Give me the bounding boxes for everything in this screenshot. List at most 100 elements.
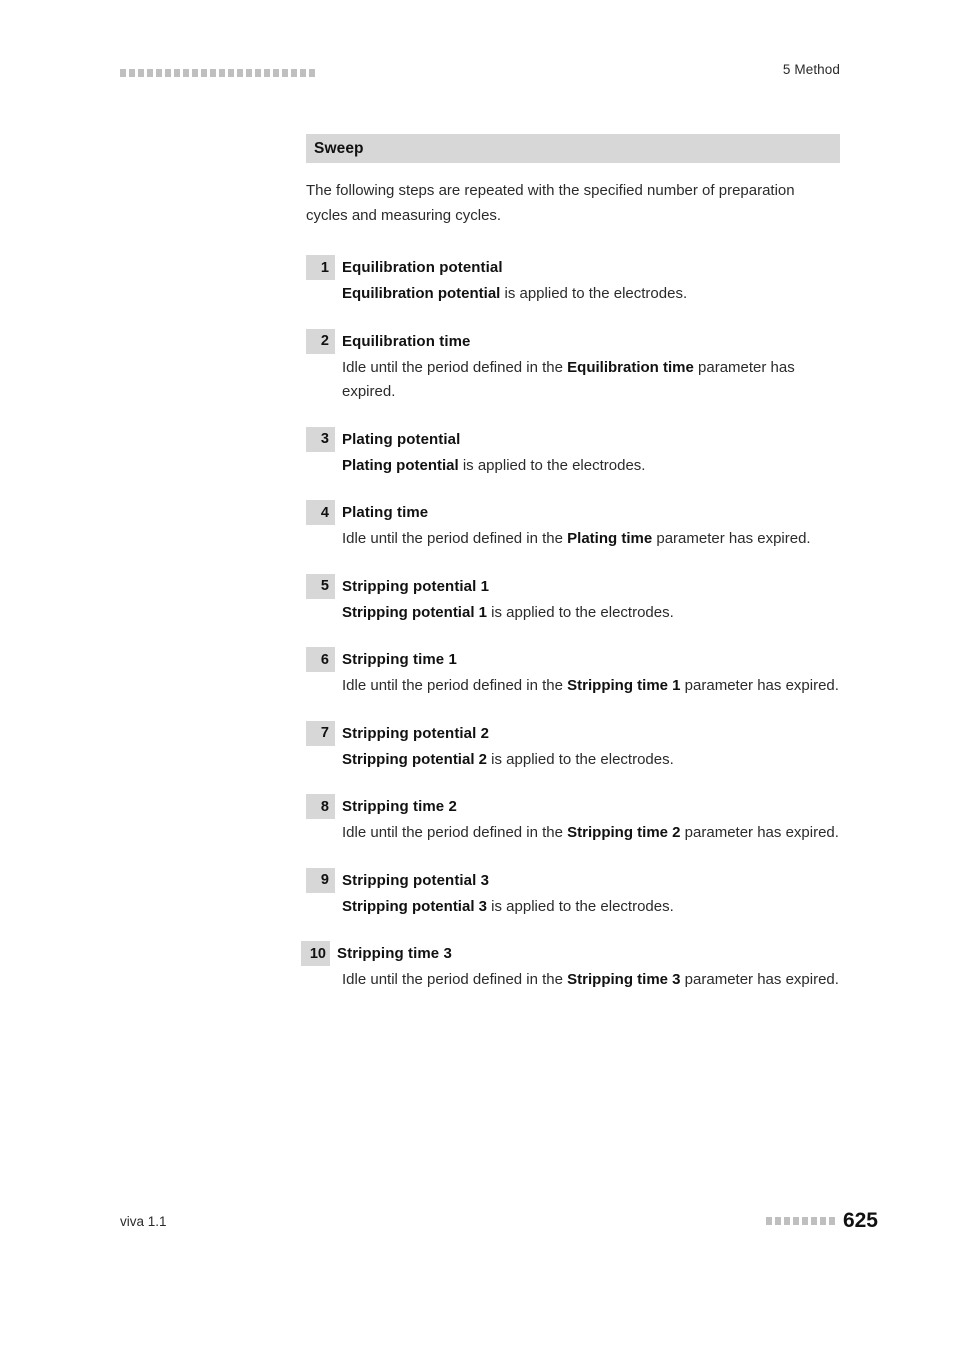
section-intro-paragraph: The following steps are repeated with th… [306,182,795,224]
page-number: 625 [842,1209,878,1232]
step-description-text: Idle until the period defined in the [342,824,568,841]
decoration-square [156,69,162,77]
decoration-square [801,1217,808,1225]
step-parameter-term: Stripping time 3 [567,971,681,988]
decoration-square [273,69,279,77]
running-footer: viva 1.1 625 [0,1208,954,1238]
document-page: 5 Method Sweep The following steps are r… [0,0,954,1350]
step-description: Idle until the period defined in the Str… [342,674,840,699]
step-title: Stripping time 1 [342,651,457,668]
step-description: Idle until the period defined in the Equ… [342,356,840,405]
step-description-text: Idle until the period defined in the [342,530,568,547]
decoration-square [174,69,180,77]
step-parameter-term: Stripping potential 1 [342,603,487,621]
step-heading-row: 8 Stripping time 2 [306,794,840,819]
step-description: Idle until the period defined in the Str… [342,821,840,846]
step-item: 7 Stripping potential 2 Stripping potentia… [306,720,840,773]
step-heading-row: 2 Equilibration time [306,328,840,354]
step-title: Plating potential [342,430,461,448]
decoration-square [165,69,171,77]
step-heading-row: 6 Stripping time 1 [306,647,840,672]
step-description-text: parameter has expired. [680,971,839,988]
step-description: Equilibration potential is applied to th… [342,282,840,307]
step-title: Equilibration time [342,332,471,350]
section-title: Sweep [314,139,364,157]
step-item: 10 Stripping time 3 Idle until the period … [301,941,840,993]
decoration-square [282,69,288,77]
decoration-square [138,69,144,77]
step-item: 5 Stripping potential 1 Stripping potentia… [306,573,840,626]
step-description: Stripping potential 1 is applied to the … [342,601,840,626]
step-number-badge: 4 [306,500,335,525]
step-description: Stripping potential 2 is applied to the … [342,748,840,773]
step-parameter-term: Stripping time 2 [567,824,681,841]
step-number-badge: 1 [306,255,335,280]
decoration-square [201,69,207,77]
step-parameter-term: Equilibration time [567,358,694,376]
step-item: 3 Plating potential Plating potential is a… [306,426,840,479]
step-description-text: is applied to the electrodes. [500,285,688,302]
step-title: Stripping potential 2 [342,724,490,742]
section-header-bar: Sweep [306,134,840,163]
decoration-square [246,69,252,77]
step-heading-row: 3 Plating potential [306,426,840,452]
decoration-square [828,1217,835,1225]
decoration-square [255,69,261,77]
step-description-text: parameter has expired. [680,677,839,694]
step-description-text: parameter has expired. [652,530,811,547]
step-description-text: Idle until the period defined in the [342,971,568,988]
step-item: 2 Equilibration time Idle until the period… [306,328,840,405]
step-heading-row: 1 Equilibration potential [306,255,840,280]
decoration-square [183,69,189,77]
step-parameter-term: Stripping potential 3 [342,897,487,915]
decoration-square [792,1217,799,1225]
step-item: 9 Stripping potential 3 Stripping potentia… [306,867,840,920]
decoration-square [264,69,270,77]
header-decoration-squares [120,69,315,77]
step-item: 1 Equilibration potential Equilibration po… [306,255,840,307]
step-heading-row: 9 Stripping potential 3 [306,867,840,893]
step-description-text: Idle until the period defined in the [342,358,568,376]
running-header: 5 Method [0,62,954,88]
decoration-square [291,69,297,77]
step-title: Plating time [342,504,429,521]
step-description: Plating potential is applied to the elec… [342,454,840,479]
step-parameter-term: Stripping time 1 [567,677,681,694]
step-description-text: is applied to the electrodes. [487,750,674,768]
numbered-step-list: 1 Equilibration potential Equilibration po… [301,255,840,993]
decoration-square [300,69,306,77]
step-number-badge: 7 [306,720,335,746]
step-parameter-term: Stripping potential 2 [342,750,487,768]
decoration-square [783,1217,790,1225]
step-description-text: is applied to the electrodes. [458,456,646,474]
step-title: Stripping time 2 [342,798,457,815]
decoration-square [765,1217,772,1225]
decoration-square [219,69,225,77]
decoration-square [819,1217,826,1225]
step-number-badge: 3 [306,426,335,452]
step-number-badge: 9 [306,867,335,893]
step-description-text: is applied to the electrodes. [487,897,674,915]
step-description-text: Idle until the period defined in the [342,677,568,694]
decoration-square [228,69,234,77]
decoration-square [192,69,198,77]
step-heading-row: 4 Plating time [306,500,840,525]
step-number-badge: 5 [306,573,335,599]
decoration-square [129,69,135,77]
decoration-square [147,69,153,77]
content-column: Sweep The following steps are repeated w… [301,134,840,993]
step-parameter-term: Equilibration potential [342,285,501,302]
step-parameter-term: Plating time [567,530,653,547]
step-title: Stripping potential 1 [342,577,490,595]
decoration-square [309,69,315,77]
step-item: 6 Stripping time 1 Idle until the period d… [306,647,840,699]
decoration-square [120,69,126,77]
decoration-square [210,69,216,77]
header-chapter-label: 5 Method [782,62,840,77]
step-description: Idle until the period defined in the Str… [342,968,840,993]
step-number-badge: 10 [301,941,330,966]
step-title: Stripping time 3 [337,945,452,962]
footer-page-group: 625 [765,1208,878,1234]
decoration-square [810,1217,817,1225]
step-parameter-term: Plating potential [342,456,459,474]
